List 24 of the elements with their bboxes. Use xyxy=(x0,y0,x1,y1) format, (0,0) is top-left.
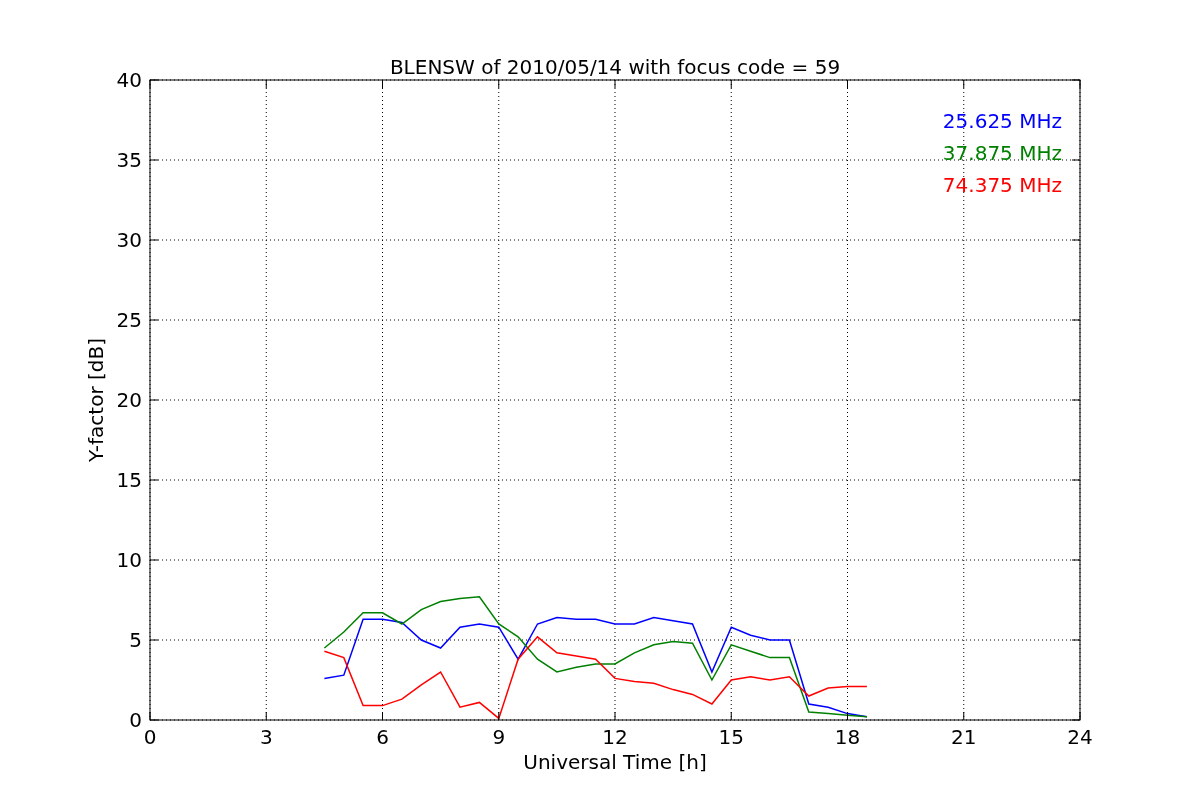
legend-label: 25.625 MHz xyxy=(942,109,1062,133)
x-tick-label: 0 xyxy=(143,725,157,749)
x-tick-label: 6 xyxy=(376,725,389,749)
x-tick-label: 21 xyxy=(951,725,977,749)
x-tick-label: 12 xyxy=(602,725,628,749)
x-tick-label: 18 xyxy=(834,725,861,749)
y-tick-label: 5 xyxy=(129,628,142,652)
legend-label: 37.875 MHz xyxy=(942,141,1062,165)
y-tick-label: 15 xyxy=(116,468,142,492)
chart-title: BLENSW of 2010/05/14 with focus code = 59 xyxy=(389,55,841,79)
legend-label: 74.375 MHz xyxy=(942,173,1062,197)
y-tick-label: 30 xyxy=(116,228,142,252)
y-axis-label: Y-factor [dB] xyxy=(84,338,108,462)
y-tick-label: 0 xyxy=(129,708,142,732)
y-tick-label: 25 xyxy=(116,308,142,332)
y-tick-label: 40 xyxy=(116,68,142,92)
y-tick-label: 35 xyxy=(116,148,142,172)
x-tick-label: 3 xyxy=(259,725,273,749)
x-axis-label: Universal Time [h] xyxy=(523,750,707,774)
y-tick-label: 10 xyxy=(116,548,142,572)
x-tick-label: 9 xyxy=(492,725,506,749)
x-tick-label: 15 xyxy=(718,725,744,749)
y-tick-label: 20 xyxy=(116,388,142,412)
x-tick-label: 24 xyxy=(1067,725,1093,749)
